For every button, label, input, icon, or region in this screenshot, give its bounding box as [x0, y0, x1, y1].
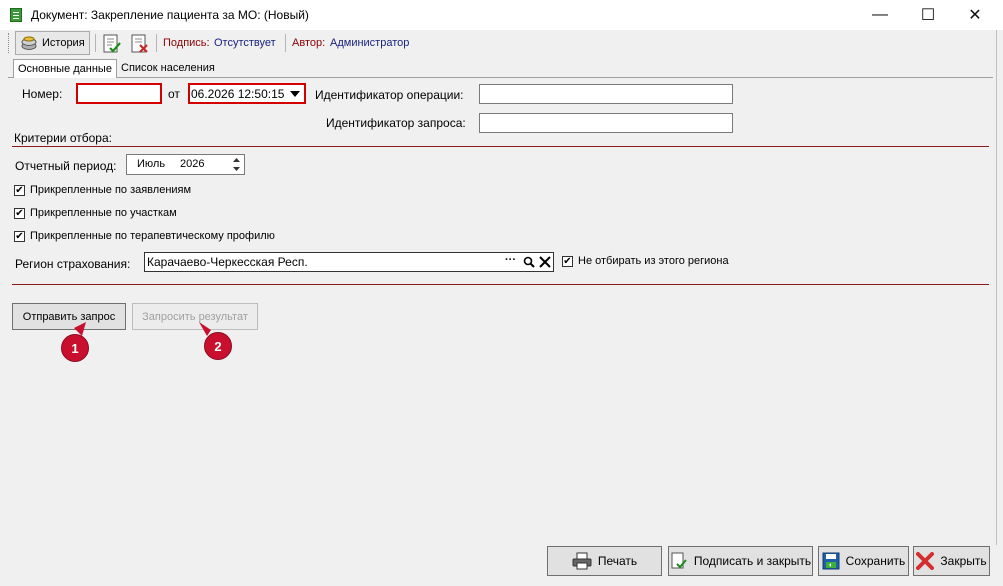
toolbar-separator [95, 34, 96, 52]
unsign-document-icon [131, 34, 148, 53]
period-spinner[interactable]: Июль 2026 [126, 154, 245, 175]
print-label: Печать [597, 554, 638, 568]
checkbox-by-therapeutic-profile-label: Прикрепленные по терапевтическому профил… [30, 230, 275, 242]
period-year: 2026 [180, 158, 205, 170]
printer-icon [572, 552, 592, 570]
window-title: Документ: Закрепление пациента за МО: (Н… [31, 8, 309, 22]
callout-badge-1: 1 [61, 334, 89, 362]
toolbar-separator [156, 34, 157, 52]
sign-document-button[interactable] [101, 33, 123, 55]
checkbox-by-district-label: Прикрепленные по участкам [30, 207, 177, 219]
sign-document-icon [671, 552, 687, 569]
toolbar-separator [285, 34, 286, 52]
close-button[interactable]: Закрыть [913, 546, 990, 576]
save-icon [822, 552, 840, 570]
maximize-button[interactable]: ☐ [905, 0, 951, 30]
region-value: Карачаево-Черкесская Респ. [147, 255, 308, 269]
sign-and-close-label: Подписать и закрыть [693, 554, 812, 568]
checkbox-by-application[interactable]: ✔ [14, 185, 25, 196]
region-select-button[interactable]: ··· [505, 254, 516, 266]
operation-id-input[interactable] [479, 84, 733, 104]
minimize-button[interactable]: — [857, 0, 903, 30]
period-label: Отчетный период: [15, 159, 117, 173]
search-icon [523, 256, 535, 268]
tab-main-data[interactable]: Основные данные [13, 59, 117, 78]
tab-population-list[interactable]: Список населения [117, 59, 217, 78]
close-icon: ✕ [968, 7, 982, 24]
save-label: Сохранить [845, 554, 906, 568]
tab-main-data-label: Основные данные [18, 63, 112, 75]
close-label: Закрыть [940, 554, 987, 568]
period-up-button[interactable] [230, 156, 243, 164]
date-input[interactable]: 06.2026 12:50:15 [188, 83, 306, 104]
request-id-input[interactable] [479, 113, 733, 133]
maximize-icon: ☐ [920, 7, 936, 24]
toolbar-grip [8, 33, 11, 53]
from-label: от [168, 87, 180, 101]
minimize-icon: — [872, 6, 888, 23]
history-button[interactable]: История [15, 31, 90, 55]
close-window-button[interactable]: ✕ [952, 0, 998, 30]
sign-document-icon [103, 34, 121, 53]
request-result-label: Запросить результат [142, 310, 248, 323]
criteria-heading: Критерии отбора: [14, 131, 112, 145]
exclude-region-checkbox[interactable]: ✔ [562, 256, 573, 267]
period-month: Июль [137, 158, 166, 170]
close-x-icon [916, 552, 935, 570]
callout-badge-2: 2 [204, 332, 232, 360]
number-input[interactable] [76, 83, 162, 104]
clear-icon [539, 256, 551, 268]
region-label: Регион страхования: [15, 257, 131, 271]
chevron-down-icon [290, 90, 300, 97]
region-clear-button[interactable] [539, 256, 551, 271]
checkbox-by-therapeutic-profile[interactable]: ✔ [14, 231, 25, 242]
signature-value: Отсутствует [214, 37, 276, 49]
criteria-divider [12, 146, 989, 147]
author-label: Автор: [292, 37, 326, 49]
signature-label: Подпись: [163, 37, 210, 49]
number-label: Номер: [22, 87, 63, 101]
send-request-label: Отправить запрос [22, 310, 116, 323]
region-field[interactable]: Карачаево-Черкесская Респ. ··· [144, 252, 554, 272]
actions-divider [12, 284, 989, 285]
save-button[interactable]: Сохранить [818, 546, 909, 576]
date-value: 06.2026 12:50:15 [191, 87, 285, 101]
tab-population-list-label: Список населения [121, 62, 215, 74]
history-icon [21, 36, 37, 50]
period-down-button[interactable] [230, 165, 243, 173]
print-button[interactable]: Печать [547, 546, 662, 576]
author-value: Администратор [330, 37, 410, 49]
app-icon [10, 8, 22, 22]
region-search-button[interactable] [523, 256, 535, 271]
checkbox-by-application-label: Прикрепленные по заявлениям [30, 184, 192, 196]
arrow-down-icon [233, 167, 240, 171]
arrow-up-icon [233, 158, 240, 162]
exclude-region-label: Не отбирать из этого региона [578, 255, 729, 267]
history-label: История [42, 37, 85, 49]
right-border [996, 30, 997, 545]
request-id-label: Идентификатор запроса: [326, 116, 466, 130]
sign-and-close-button[interactable]: Подписать и закрыть [668, 546, 813, 576]
checkbox-by-district[interactable]: ✔ [14, 208, 25, 219]
date-dropdown-button[interactable] [287, 86, 303, 101]
operation-id-label: Идентификатор операции: [315, 88, 464, 102]
unsign-document-button[interactable] [129, 33, 151, 55]
